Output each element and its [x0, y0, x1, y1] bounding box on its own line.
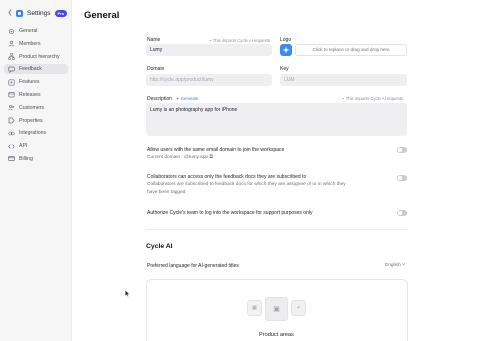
sidebar-title: Settings [27, 9, 51, 17]
key-input[interactable]: LUM [280, 74, 407, 86]
chevron-left-icon[interactable]: ❮ [6, 9, 14, 17]
description-label: Description [147, 96, 173, 102]
toggle-collaborators[interactable] [397, 175, 407, 181]
api-icon [8, 143, 15, 150]
cycle-ai-title: Cycle AI [146, 243, 173, 250]
wand-icon: ∘ [342, 96, 345, 101]
page-title: General [84, 10, 120, 21]
name-hint: ∘ This impacts Cycle AI requests [209, 38, 270, 43]
sidebar-item-features[interactable]: Features [4, 77, 68, 87]
sidebar-item-releases[interactable]: Releases [4, 90, 68, 100]
current-domain-text: Current domain : @lumy.app [147, 155, 209, 160]
sparkle-icon [282, 46, 290, 54]
toggle-subtitle-domain-join: Current domain : @lumy.app ⧉ [147, 154, 213, 162]
area-tile-left: ▦ [247, 300, 262, 316]
mouse-cursor-icon [125, 290, 130, 297]
toggle-title-domain-join: Allow users with the same email domain t… [147, 147, 285, 153]
language-pref-label: Preferred language for AI-generated titl… [147, 263, 239, 269]
section-divider [146, 229, 408, 230]
description-textarea[interactable]: Lumy is an photography app for iPhone [146, 103, 407, 136]
copy-icon[interactable]: ⧉ [209, 155, 212, 160]
description-hint-text: This impacts Cycle AI requests [345, 96, 403, 101]
feedback-icon [8, 66, 15, 73]
language-select[interactable]: English ˅ [385, 263, 405, 268]
sidebar-item-label: Releases [19, 91, 41, 98]
logo-label: Logo [280, 37, 292, 43]
area-tile-right: + [291, 300, 306, 316]
toggle-title-collaborators: Collaborators can access only the feedba… [147, 174, 307, 180]
sidebar-item-product-hierarchy[interactable]: Product hierarchy [4, 52, 68, 62]
sidebar-item-label: Members [19, 40, 41, 47]
generate-link[interactable]: ✦ Generate [176, 96, 198, 101]
domain-input[interactable]: http://cycle.app/product/lumy [146, 74, 272, 86]
features-icon [8, 79, 15, 86]
area-tile-center: ▣ [265, 297, 288, 321]
billing-icon [8, 155, 15, 162]
toggle-support-access[interactable] [397, 210, 407, 216]
generate-label: Generate [180, 96, 199, 101]
customers-icon [8, 104, 15, 111]
name-hint-text: This impacts Cycle AI requests [212, 38, 270, 43]
plan-badge: Pro [54, 9, 68, 17]
sidebar-item-customers[interactable]: Customers [4, 103, 68, 113]
releases-icon [8, 91, 15, 98]
sidebar-item-integrations[interactable]: Integrations [4, 128, 68, 138]
toggle-domain-join[interactable] [397, 147, 407, 153]
box-icon: ▣ [273, 306, 280, 313]
sidebar-item-label: Features [19, 79, 40, 86]
toggle-title-support-access: Authorize Cycle's team to log into the w… [147, 210, 313, 216]
product-areas-label: Product areas [259, 332, 294, 338]
sidebar-item-properties[interactable]: Properties [4, 116, 68, 126]
logo-dropzone[interactable]: Click to replace or drag and drop here [295, 44, 407, 56]
sidebar-item-members[interactable]: Members [4, 39, 68, 49]
sidebar-item-feedback[interactable]: Feedback [4, 64, 68, 75]
description-hint: ∘ This impacts Cycle AI requests [342, 96, 403, 101]
sidebar: ❮ Settings Pro General Members Product hie… [0, 0, 72, 341]
key-label: Key [280, 66, 289, 72]
sidebar-item-label: Customers [19, 104, 45, 111]
logo-image[interactable] [280, 44, 292, 56]
sidebar-item-label: Product hierarchy [19, 53, 60, 60]
name-label: Name [147, 37, 161, 43]
language-select-value: English [385, 263, 401, 268]
chevron-down-icon: ˅ [402, 263, 405, 268]
members-icon [8, 40, 15, 47]
settings-logo-icon [16, 9, 23, 17]
sparkle-small-icon: ✦ [176, 96, 180, 101]
domain-label: Domain [147, 66, 165, 72]
sidebar-item-label: Properties [19, 117, 43, 124]
sidebar-header: ❮ Settings Pro [6, 8, 68, 18]
product-areas-card: ▦ ▣ + Product areas [146, 279, 408, 341]
sidebar-item-label: Billing [19, 155, 33, 162]
sidebar-item-label: General [19, 28, 38, 34]
sidebar-item-general[interactable]: General [4, 26, 68, 36]
sidebar-item-label: API [19, 143, 28, 150]
sidebar-item-label: Feedback [19, 66, 42, 73]
wand-icon: ∘ [209, 38, 212, 43]
integrations-icon [8, 130, 15, 137]
sidebar-item-billing[interactable]: Billing [4, 154, 68, 164]
hierarchy-icon [8, 53, 15, 60]
toggle-subtitle-collaborators: Collaborators are subscribed to feedback… [147, 182, 346, 195]
sidebar-nav: General Members Product hierarchy Feedback F… [4, 26, 68, 167]
properties-icon [8, 117, 15, 124]
sidebar-item-api[interactable]: API [4, 141, 68, 151]
settings-icon [8, 28, 15, 35]
sidebar-item-label: Integrations [19, 130, 47, 137]
name-input[interactable]: Lumy [146, 44, 272, 56]
